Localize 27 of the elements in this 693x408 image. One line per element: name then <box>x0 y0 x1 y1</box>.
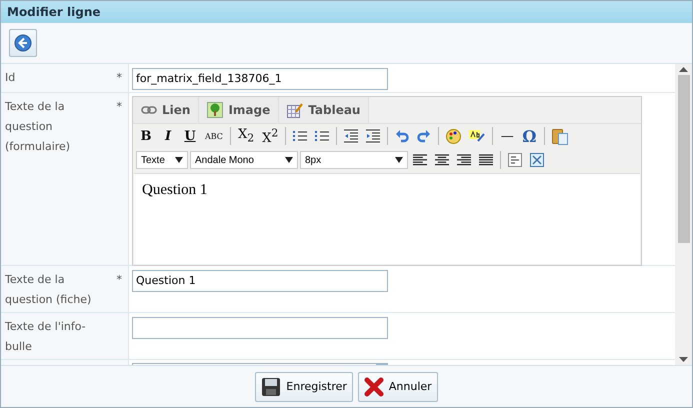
format-button[interactable]: X$^{2}$ <box>259 126 282 146</box>
required-mark: * <box>116 99 122 115</box>
field-label: Id <box>5 70 16 86</box>
format-dropdown[interactable]: Andale Mono <box>190 151 298 169</box>
required-mark: * <box>116 272 122 288</box>
field-label: Texte de l'info-bulle <box>5 319 87 355</box>
required-mark: * <box>116 70 122 86</box>
format-button[interactable]: ABC <box>202 126 226 146</box>
text-field[interactable]: for_matrix_field_138706_1 <box>132 68 388 90</box>
editor-text: Question 1 <box>142 182 208 198</box>
insert-tab[interactable]: Lien <box>133 97 200 123</box>
text-field[interactable]: Question 1 <box>132 270 388 292</box>
format-button[interactable]: — <box>497 126 518 146</box>
format-button[interactable]: X$_{2}$ <box>234 126 258 146</box>
cancel-button[interactable]: Annuler <box>358 372 438 402</box>
save-button[interactable]: Enregistrer <box>255 372 353 402</box>
format-dropdown[interactable]: 8px <box>300 151 408 169</box>
format-button[interactable]: Ω <box>519 126 540 146</box>
insert-tab[interactable]: Image <box>199 97 280 123</box>
format-dropdown[interactable]: Texte <box>136 151 188 169</box>
field-label: Texte de la question (fiche) <box>5 272 92 308</box>
format-button[interactable]: U <box>180 126 200 146</box>
format-button[interactable]: B <box>136 126 156 146</box>
format-button[interactable]: I <box>158 126 178 146</box>
insert-tab[interactable]: Tableau <box>279 97 370 123</box>
window-title: Modifier ligne <box>1 1 692 23</box>
field-label: Texte de la question (formulaire) <box>5 99 72 155</box>
